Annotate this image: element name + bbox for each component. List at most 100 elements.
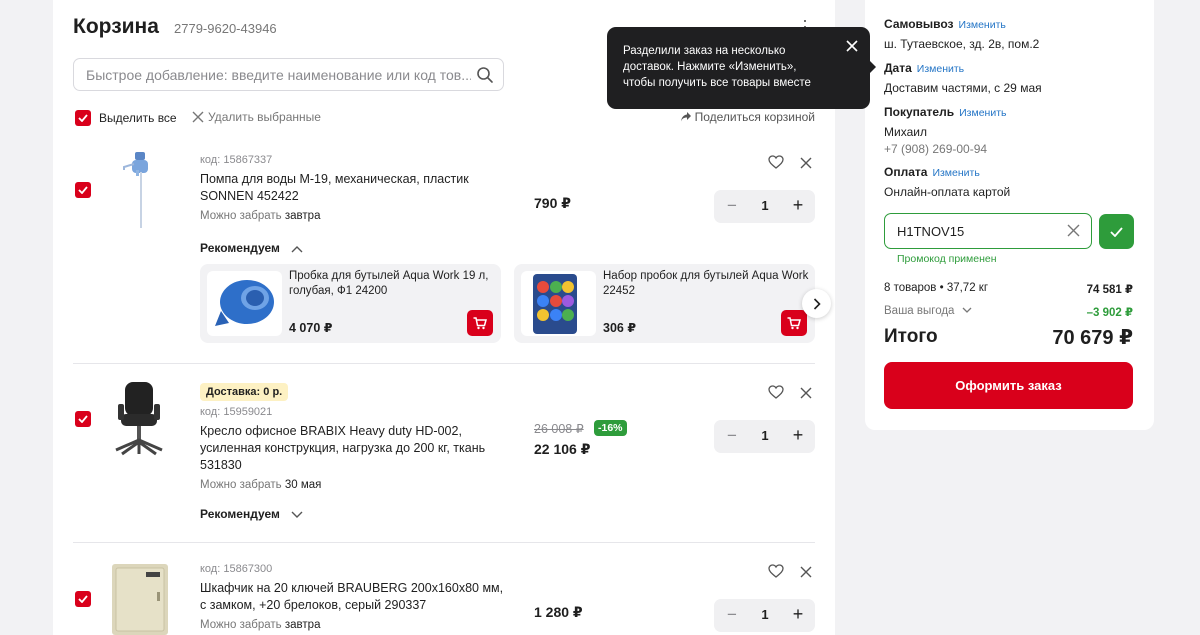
change-buyer-link[interactable]: Изменить [959, 107, 1006, 119]
delivery-badge: Доставка: 0 р. [200, 383, 289, 401]
pickup-section-label: Самовывоз Изменить [884, 17, 1006, 31]
selection-bar: Выделить все Удалить выбранные Поделитьс… [73, 108, 815, 128]
add-to-cart-button[interactable] [467, 310, 493, 336]
recommendation-name: Пробка для бутылей Aqua Work 19 л, голуб… [289, 270, 489, 297]
tooltip-pointer [870, 61, 876, 73]
product-image-water-pump[interactable] [108, 150, 170, 235]
increase-quantity-button[interactable]: + [790, 195, 806, 216]
pickup-prefix: Можно забрать [200, 210, 282, 222]
divider [73, 363, 815, 364]
select-all-label[interactable]: Выделить все [99, 111, 177, 125]
product-name[interactable]: Помпа для воды М-19, механическая, пласт… [200, 171, 505, 205]
promo-applied-message: Промокод применен [897, 253, 997, 265]
pickup-date: завтра [284, 619, 321, 631]
promo-code-input[interactable]: H1TNOV15 [884, 213, 1092, 249]
items-sum: 74 581 ₽ [1086, 284, 1133, 296]
benefit-label: Ваша выгода [884, 305, 955, 317]
pickup-prefix: Можно забрать [200, 619, 282, 631]
recommendation-price: 4 070 ₽ [289, 321, 333, 335]
recommendation-image-bottle-cap [207, 271, 282, 336]
add-to-cart-button[interactable] [781, 310, 807, 336]
check-icon [1110, 226, 1123, 237]
product-name[interactable]: Кресло офисное BRABIX Heavy duty HD-002,… [200, 423, 505, 474]
split-delivery-tooltip: Разделили заказ на несколько доставок. Н… [607, 27, 876, 109]
change-payment-link[interactable]: Изменить [932, 167, 979, 179]
product-code: код: 15867337 [200, 154, 273, 166]
discount-badge: -16% [594, 420, 627, 436]
product-image-key-cabinet[interactable] [108, 562, 170, 635]
favorite-heart-icon[interactable] [768, 385, 784, 404]
increase-quantity-button[interactable]: + [790, 425, 806, 446]
check-icon [78, 186, 88, 194]
remove-item-close-icon[interactable] [800, 565, 812, 583]
apply-promo-button[interactable] [1099, 214, 1134, 249]
decrease-quantity-button[interactable]: − [724, 196, 740, 216]
chevron-down-icon [962, 307, 972, 313]
product-code: код: 15867300 [200, 563, 273, 575]
pickup-address: ш. Тутаевское, зд. 2в, пом.2 [884, 37, 1040, 51]
quantity-value[interactable]: 1 [758, 607, 772, 622]
items-count: 8 товаров • 37,72 кг [884, 282, 989, 294]
recommendations-toggle[interactable]: Рекомендуем [200, 241, 303, 255]
page-title: Корзина [73, 15, 159, 38]
check-icon [78, 595, 88, 603]
decrease-quantity-button[interactable]: − [724, 605, 740, 625]
cart-id: 2779-9620-43946 [174, 21, 277, 36]
quantity-value[interactable]: 1 [758, 428, 772, 443]
pickup-prefix: Можно забрать [200, 479, 282, 491]
remove-item-close-icon[interactable] [800, 156, 812, 174]
item-checkbox[interactable] [75, 591, 91, 607]
remove-item-close-icon[interactable] [800, 386, 812, 404]
payment-value: Онлайн-оплата картой [884, 185, 1011, 199]
favorite-heart-icon[interactable] [768, 155, 784, 174]
clear-promo-close-icon[interactable] [1067, 224, 1080, 242]
carousel-next-button[interactable] [802, 289, 831, 318]
delete-selected-button[interactable]: Удалить выбранные [192, 110, 321, 124]
close-tooltip-icon[interactable] [846, 39, 858, 57]
delete-selected-label: Удалить выбранные [208, 110, 321, 124]
pickup-info: Можно забрать 30 мая [200, 479, 321, 491]
item-checkbox[interactable] [75, 182, 91, 198]
check-icon [78, 114, 88, 122]
change-date-link[interactable]: Изменить [917, 63, 964, 75]
product-image-office-chair[interactable] [108, 380, 170, 463]
product-name[interactable]: Шкафчик на 20 ключей BRAUBERG 200х160х80… [200, 580, 505, 614]
tooltip-text: Разделили заказ на несколько доставок. Н… [623, 45, 811, 89]
benefit-value: –3 902 ₽ [1086, 307, 1133, 319]
recommendation-image-caps-set [521, 271, 596, 336]
item-checkbox[interactable] [75, 411, 91, 427]
recommendation-card[interactable]: Пробка для бутылей Aqua Work 19 л, голуб… [200, 264, 501, 343]
buyer-name: Михаил [884, 125, 927, 139]
search-icon[interactable] [476, 66, 494, 89]
date-section-label: Дата Изменить [884, 61, 964, 75]
buyer-phone: +7 (908) 269-00-94 [884, 142, 988, 156]
payment-label: Оплата [884, 165, 928, 179]
quantity-value[interactable]: 1 [758, 198, 772, 213]
increase-quantity-button[interactable]: + [790, 604, 806, 625]
pickup-date: 30 мая [284, 479, 322, 491]
decrease-quantity-button[interactable]: − [724, 426, 740, 446]
share-cart-button[interactable]: Поделиться корзиной [680, 110, 815, 124]
chevron-right-icon [813, 297, 821, 310]
quantity-stepper: − 1 + [714, 420, 815, 453]
total-value: 70 679 ₽ [1052, 327, 1133, 349]
pickup-label: Самовывоз [884, 17, 954, 31]
favorite-heart-icon[interactable] [768, 564, 784, 583]
quick-add-search-input[interactable]: Быстрое добавление: введите наименование… [73, 58, 504, 91]
total-label: Итого [884, 326, 938, 347]
recommendation-card[interactable]: Набор пробок для бутылей Aqua Work 22452… [514, 264, 815, 343]
select-all-checkbox[interactable] [75, 110, 91, 126]
promo-code-value: H1TNOV15 [897, 224, 965, 239]
product-price: 22 106 ₽ [534, 441, 591, 457]
pickup-info: Можно забрать завтра [200, 619, 320, 631]
product-code: код: 15959021 [200, 406, 273, 418]
benefit-toggle[interactable]: Ваша выгода [884, 305, 972, 317]
product-price: 1 280 ₽ [534, 604, 583, 620]
product-price: 790 ₽ [534, 195, 571, 211]
quantity-stepper: − 1 + [714, 190, 815, 223]
checkout-button[interactable]: Оформить заказ [884, 362, 1133, 409]
pickup-date: завтра [284, 210, 321, 222]
cart-icon [473, 316, 487, 329]
change-pickup-link[interactable]: Изменить [959, 19, 1006, 31]
recommendations-toggle[interactable]: Рекомендуем [200, 507, 303, 521]
